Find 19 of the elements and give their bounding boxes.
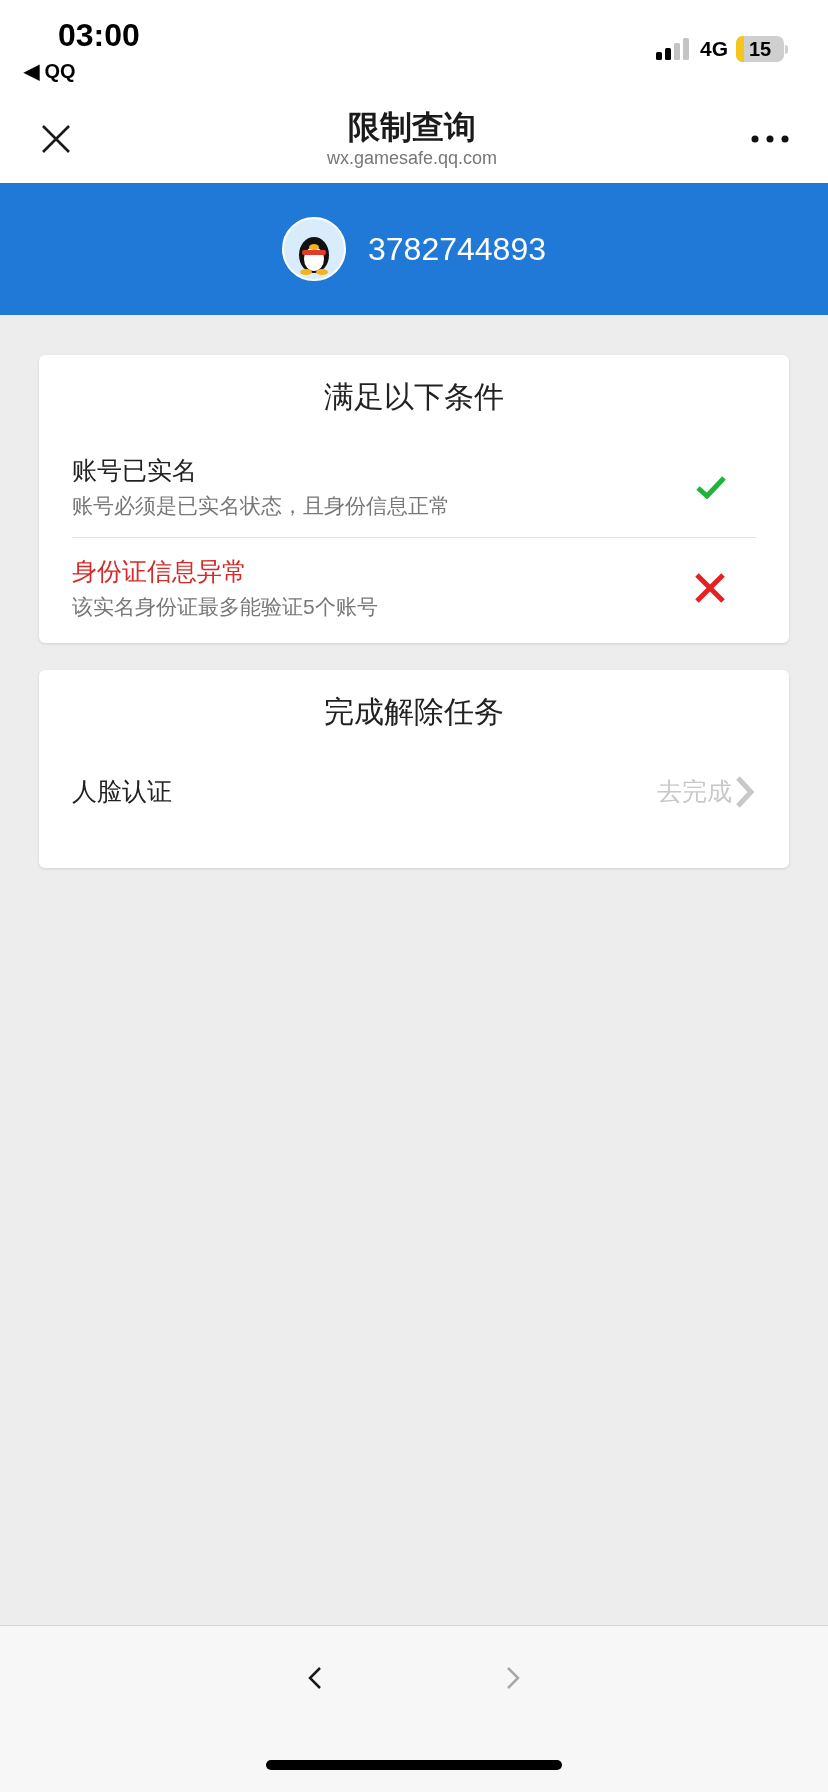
network-label: 4G [700, 36, 728, 63]
chevron-right-icon [734, 775, 756, 809]
condition-description: 该实名身份证最多能验证5个账号 [72, 593, 378, 620]
condition-label: 身份证信息异常 [72, 555, 248, 587]
card-title: 满足以下条件 [324, 378, 504, 415]
condition-description: 账号必须是已实名状态，且身份信息正常 [72, 493, 450, 519]
page-title: 限制查询 [348, 108, 476, 146]
task-label: 人脸认证 [72, 776, 172, 808]
avatar-icon [282, 217, 346, 281]
signal-icon [656, 38, 692, 60]
status-time: 03:00 [58, 16, 140, 54]
back-to-app-link[interactable]: ◀ QQ [24, 58, 140, 84]
account-number: 3782744893 [368, 230, 546, 269]
close-icon [40, 123, 72, 155]
more-icon [751, 135, 789, 143]
card-title: 完成解除任务 [324, 693, 504, 730]
battery-indicator: 15 [736, 36, 788, 62]
page-url: wx.gamesafe.qq.com [326, 147, 498, 170]
condition-label: 账号已实名 [72, 455, 198, 486]
